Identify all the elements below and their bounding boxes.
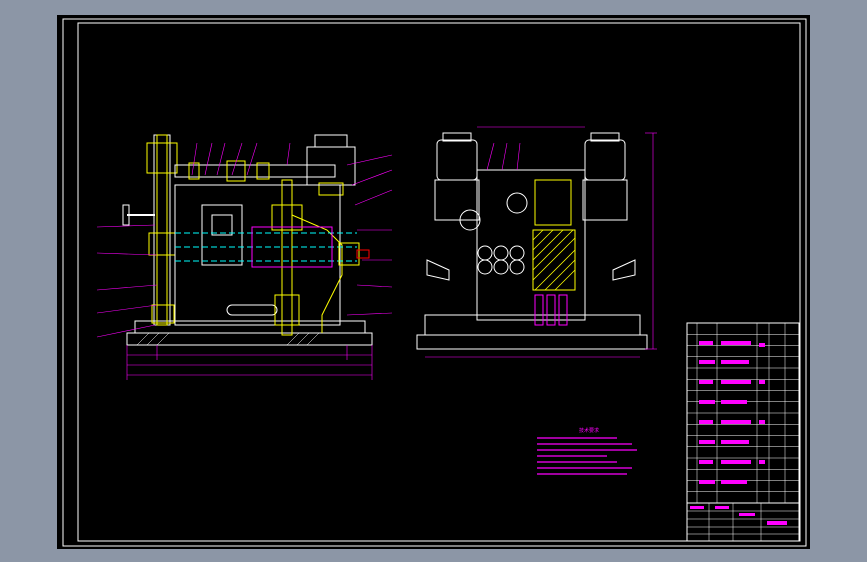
right-motor xyxy=(306,146,356,186)
inner-frame xyxy=(77,22,801,542)
left-bottom-block xyxy=(151,304,175,324)
left-top-block xyxy=(146,142,178,174)
side-base-block xyxy=(424,314,641,336)
title-block xyxy=(686,322,800,542)
front-base-plate xyxy=(126,332,373,346)
side-leaders xyxy=(486,142,521,171)
front-section-view xyxy=(96,134,393,380)
title-entries xyxy=(690,506,787,525)
notes-lines xyxy=(537,437,637,475)
left-wing xyxy=(426,259,450,281)
side-stand-frame xyxy=(476,169,586,321)
technical-notes: 技术要求 xyxy=(537,427,637,475)
roll-circles xyxy=(477,245,525,275)
left-motor xyxy=(436,139,478,181)
left-screw xyxy=(156,134,168,326)
left-mid-block xyxy=(148,232,176,256)
notes-heading: 技术要求 xyxy=(579,427,599,434)
right-gear-housing xyxy=(582,179,628,221)
parts-list-entries xyxy=(699,341,765,484)
pinion xyxy=(506,192,528,214)
slot xyxy=(226,304,278,316)
left-column xyxy=(153,134,171,326)
top-couplings xyxy=(188,160,270,182)
side-base-plate xyxy=(416,334,648,350)
parts-list-rows xyxy=(687,334,799,492)
stand-housing xyxy=(174,184,341,326)
gear-box-window xyxy=(211,214,233,236)
right-motor-cap xyxy=(314,134,348,148)
central-spindle xyxy=(281,179,293,336)
roll-stack-hatch xyxy=(532,229,576,291)
drawing-sheet: 技术要求 xyxy=(57,15,810,549)
left-gear-housing xyxy=(434,179,480,221)
front-dimensions xyxy=(126,345,373,380)
side-section-view xyxy=(416,126,657,358)
right-wing xyxy=(612,259,636,281)
outer-frame xyxy=(62,18,807,547)
upper-roll-chock xyxy=(534,179,572,226)
right-motor-side xyxy=(584,139,626,181)
cad-drawing: 技术要求 xyxy=(62,18,807,547)
